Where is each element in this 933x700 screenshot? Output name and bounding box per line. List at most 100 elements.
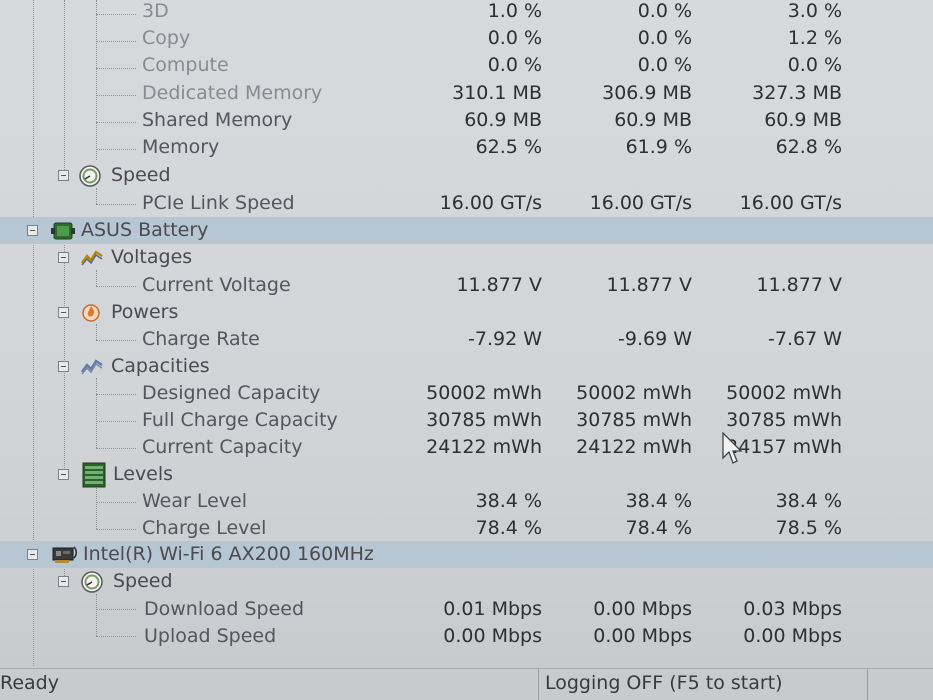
sensor-label: Shared Memory: [142, 109, 293, 131]
sensor-min-value: 16.00 GT/s: [589, 192, 692, 214]
group-row-capacities[interactable]: Capacities: [0, 353, 933, 380]
collapse-toggle[interactable]: [58, 307, 69, 318]
battery-icon: [50, 220, 75, 242]
group-label: Levels: [113, 463, 174, 485]
sensor-max-value: 327.3 MB: [752, 82, 842, 104]
sensor-current-value: -7.92 W: [468, 328, 542, 350]
device-row-intel-wifi[interactable]: Intel(R) Wi-Fi 6 AX200 160MHz: [0, 541, 933, 568]
sensor-label: Current Voltage: [142, 274, 291, 296]
sensor-row-wear-level[interactable]: Wear Level 38.4 % 38.4 % 38.4 %: [0, 488, 933, 515]
sensor-max-value: 78.5 %: [775, 517, 842, 539]
sensor-min-value: 0.0 %: [637, 54, 692, 76]
sensor-current-value: 16.00 GT/s: [439, 192, 542, 214]
sensor-max-value: 16.00 GT/s: [739, 192, 842, 214]
sensor-max-value: 0.03 Mbps: [743, 598, 842, 620]
sensor-label: Memory: [142, 136, 220, 158]
sensor-current-value: 62.5 %: [475, 136, 542, 158]
sensor-row-memory[interactable]: Memory 62.5 % 61.9 % 62.8 %: [0, 134, 933, 161]
collapse-toggle[interactable]: [58, 170, 69, 181]
sensor-max-value: -7.67 W: [768, 328, 842, 350]
group-row-powers[interactable]: Powers: [0, 299, 933, 326]
sensor-row-shared-memory[interactable]: Shared Memory 60.9 MB 60.9 MB 60.9 MB: [0, 107, 933, 134]
status-ready-text: Ready: [0, 672, 59, 694]
sensor-min-value: 50002 mWh: [576, 382, 692, 404]
sensor-label: Charge Level: [142, 517, 267, 539]
speedometer-icon: [81, 571, 103, 593]
sensor-label: 3D: [142, 0, 169, 22]
sensor-min-value: -9.69 W: [618, 328, 692, 350]
group-row-speed-wifi[interactable]: Speed: [0, 568, 933, 595]
sensor-current-value: 60.9 MB: [464, 109, 542, 131]
sensor-max-value: 0.00 Mbps: [743, 625, 842, 647]
sensor-row-compute[interactable]: Compute 0.0 % 0.0 % 0.0 %: [0, 52, 933, 79]
sensor-label: Wear Level: [142, 490, 248, 512]
device-label: Intel(R) Wi-Fi 6 AX200 160MHz: [83, 543, 374, 565]
sensor-current-value: 24122 mWh: [426, 436, 542, 458]
sensor-label: Current Capacity: [142, 436, 303, 458]
sensor-label: Dedicated Memory: [142, 82, 323, 104]
group-label: Speed: [113, 570, 173, 592]
sensor-max-value: 1.2 %: [787, 27, 842, 49]
collapse-toggle[interactable]: [27, 225, 38, 236]
status-logging-text[interactable]: Logging OFF (F5 to start): [538, 669, 868, 700]
sensor-min-value: 0.00 Mbps: [593, 598, 692, 620]
sensor-current-value: 50002 mWh: [426, 382, 542, 404]
sensor-label: Upload Speed: [144, 625, 277, 647]
sensor-max-value: 3.0 %: [787, 0, 842, 22]
device-label: ASUS Battery: [81, 219, 209, 241]
collapse-toggle[interactable]: [58, 252, 69, 263]
sensor-row-pcie-link-speed[interactable]: PCIe Link Speed 16.00 GT/s 16.00 GT/s 16…: [0, 190, 933, 217]
sensor-label: Designed Capacity: [142, 382, 321, 404]
sensor-min-value: 11.877 V: [606, 274, 692, 296]
sensor-label: Charge Rate: [142, 328, 260, 350]
sensor-current-value: 78.4 %: [475, 517, 542, 539]
sensor-row-download-speed[interactable]: Download Speed 0.01 Mbps 0.00 Mbps 0.03 …: [0, 596, 933, 623]
sensor-min-value: 78.4 %: [625, 517, 692, 539]
level-bars-icon: [82, 462, 106, 488]
sensor-row-charge-rate[interactable]: Charge Rate -7.92 W -9.69 W -7.67 W: [0, 326, 933, 353]
status-bar: Ready Logging OFF (F5 to start): [0, 668, 933, 700]
collapse-toggle[interactable]: [58, 361, 69, 372]
group-row-voltages[interactable]: Voltages: [0, 244, 933, 271]
capacity-graph-icon: [80, 356, 103, 378]
sensor-row-current-voltage[interactable]: Current Voltage 11.877 V 11.877 V 11.877…: [0, 272, 933, 299]
sensor-current-value: 11.877 V: [456, 274, 542, 296]
sensor-min-value: 24122 mWh: [576, 436, 692, 458]
sensor-row-designed-capacity[interactable]: Designed Capacity 50002 mWh 50002 mWh 50…: [0, 380, 933, 407]
sensor-current-value: 0.00 Mbps: [443, 625, 542, 647]
sensor-min-value: 306.9 MB: [602, 82, 692, 104]
sensor-label: Copy: [142, 27, 191, 49]
sensor-current-value: 30785 mWh: [426, 409, 542, 431]
sensor-min-value: 30785 mWh: [576, 409, 692, 431]
sensor-row-dedicated-memory[interactable]: Dedicated Memory 310.1 MB 306.9 MB 327.3…: [0, 80, 933, 107]
sensor-current-value: 0.01 Mbps: [443, 598, 542, 620]
group-label: Speed: [111, 164, 171, 186]
sensor-label: PCIe Link Speed: [142, 192, 295, 214]
sensor-max-value: 30785 mWh: [726, 409, 842, 431]
device-row-asus-battery[interactable]: ASUS Battery: [0, 217, 933, 244]
collapse-toggle[interactable]: [27, 549, 38, 560]
sensor-current-value: 310.1 MB: [452, 82, 542, 104]
sensor-max-value: 0.0 %: [787, 54, 842, 76]
sensor-row-3d[interactable]: 3D 1.0 % 0.0 % 3.0 %: [0, 0, 933, 25]
network-card-icon: [50, 544, 78, 566]
sensor-row-upload-speed[interactable]: Upload Speed 0.00 Mbps 0.00 Mbps 0.00 Mb…: [0, 623, 933, 650]
group-label: Capacities: [111, 355, 210, 377]
collapse-toggle[interactable]: [58, 576, 69, 587]
sensor-row-current-capacity[interactable]: Current Capacity 24122 mWh 24122 mWh 241…: [0, 434, 933, 461]
sensor-row-full-charge-capacity[interactable]: Full Charge Capacity 30785 mWh 30785 mWh…: [0, 407, 933, 434]
sensor-row-copy[interactable]: Copy 0.0 % 0.0 % 1.2 %: [0, 25, 933, 52]
sensor-min-value: 38.4 %: [625, 490, 692, 512]
sensor-max-value: 38.4 %: [775, 490, 842, 512]
sensor-row-charge-level[interactable]: Charge Level 78.4 % 78.4 % 78.5 %: [0, 515, 933, 542]
group-label: Powers: [111, 301, 179, 323]
group-row-levels[interactable]: Levels: [0, 461, 933, 488]
group-label: Voltages: [111, 246, 193, 268]
status-extra-pane: [870, 669, 933, 700]
hwinfo-sensors-window: 3D 1.0 % 0.0 % 3.0 % Copy 0.0 % 0.0 % 1.…: [0, 0, 933, 700]
sensor-current-value: 1.0 %: [487, 0, 542, 22]
speedometer-icon: [79, 165, 101, 187]
collapse-toggle[interactable]: [58, 469, 69, 480]
sensor-min-value: 60.9 MB: [614, 109, 692, 131]
group-row-speed[interactable]: Speed: [0, 162, 933, 189]
